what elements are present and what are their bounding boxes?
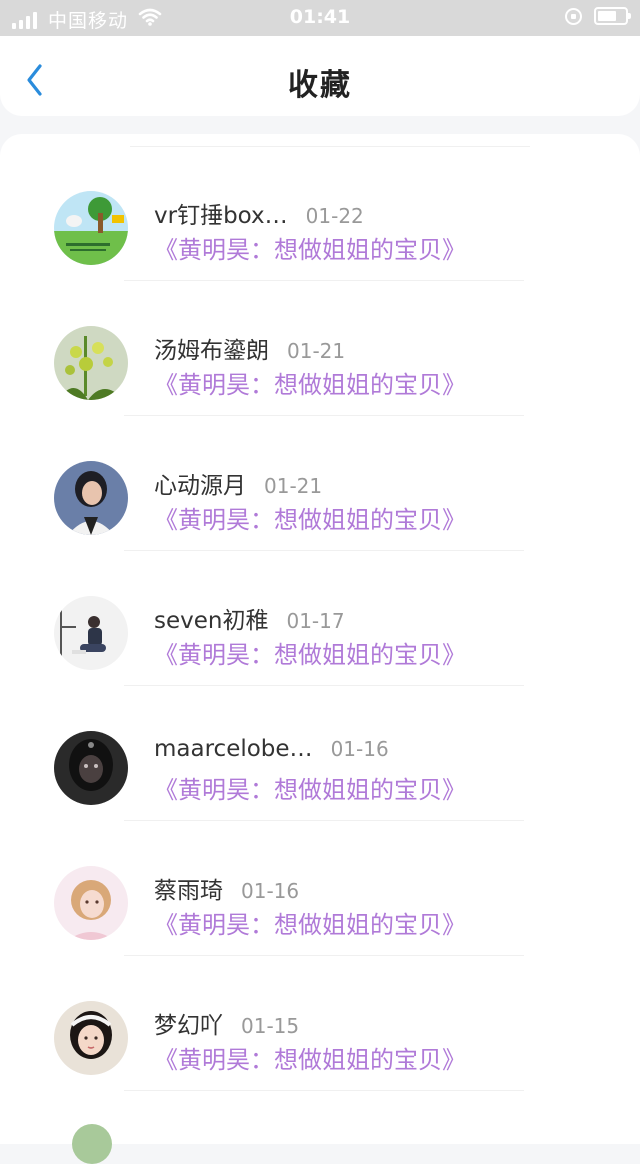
avatar[interactable] bbox=[54, 596, 128, 670]
avatar[interactable] bbox=[54, 1001, 128, 1075]
status-bar: 中国移动 01:41 bbox=[0, 0, 640, 36]
favorite-title[interactable]: 《黄明昊：想做姐姐的宝贝》 bbox=[154, 770, 466, 805]
status-time: 01:41 bbox=[289, 6, 351, 28]
avatar[interactable] bbox=[54, 461, 128, 535]
name-row: vr钉捶box… 01-22 bbox=[154, 196, 364, 230]
list-item[interactable]: 蔡雨琦 01-16 《黄明昊：想做姐姐的宝贝》 bbox=[0, 809, 640, 956]
user-name: seven初稚 bbox=[154, 608, 269, 634]
avatar[interactable] bbox=[54, 326, 128, 400]
list-item[interactable]: 梦幻吖 01-15 《黄明昊：想做姐姐的宝贝》 bbox=[0, 944, 640, 1091]
list-item[interactable]: vr钉捶box… 01-22 《黄明昊：想做姐姐的宝贝》 bbox=[0, 134, 640, 281]
name-row: maarcelobe… 01-16 bbox=[154, 736, 389, 762]
date-label: 01-22 bbox=[305, 204, 364, 228]
status-right bbox=[565, 7, 631, 25]
list-item[interactable]: 心动源月 01-21 《黄明昊：想做姐姐的宝贝》 bbox=[0, 404, 640, 551]
date-label: 01-15 bbox=[241, 1014, 300, 1038]
date-label: 01-21 bbox=[287, 339, 346, 363]
user-name: vr钉捶box… bbox=[154, 203, 288, 229]
name-row: 心动源月 01-21 bbox=[154, 466, 322, 500]
user-name: 梦幻吖 bbox=[154, 1013, 223, 1039]
rotation-lock-icon bbox=[565, 7, 582, 25]
divider bbox=[124, 1090, 524, 1091]
name-row: 汤姆布鎏朗 01-21 bbox=[154, 331, 345, 365]
avatar[interactable] bbox=[54, 191, 128, 265]
favorite-title[interactable]: 《黄明昊：想做姐姐的宝贝》 bbox=[154, 635, 466, 670]
avatar[interactable] bbox=[54, 731, 128, 805]
page-title: 收藏 bbox=[288, 68, 352, 103]
list-item[interactable]: seven初稚 01-17 《黄明昊：想做姐姐的宝贝》 bbox=[0, 539, 640, 686]
date-label: 01-16 bbox=[241, 879, 300, 903]
favorite-title[interactable]: 《黄明昊：想做姐姐的宝贝》 bbox=[154, 230, 466, 265]
date-label: 01-17 bbox=[286, 609, 345, 633]
date-label: 01-21 bbox=[264, 474, 323, 498]
avatar bbox=[72, 1124, 112, 1164]
name-row: seven初稚 01-17 bbox=[154, 601, 345, 635]
name-row: 梦幻吖 01-15 bbox=[154, 1006, 299, 1040]
user-name: 蔡雨琦 bbox=[154, 878, 223, 904]
nav-bar: 收藏 bbox=[0, 36, 640, 116]
user-name: 心动源月 bbox=[154, 473, 246, 499]
date-label: 01-16 bbox=[330, 737, 389, 761]
favorite-title[interactable]: 《黄明昊：想做姐姐的宝贝》 bbox=[154, 500, 466, 535]
list-item[interactable]: maarcelobe… 01-16 《黄明昊：想做姐姐的宝贝》 bbox=[0, 674, 640, 821]
list-item[interactable]: 汤姆布鎏朗 01-21 《黄明昊：想做姐姐的宝贝》 bbox=[0, 269, 640, 416]
favorite-title[interactable]: 《黄明昊：想做姐姐的宝贝》 bbox=[154, 365, 466, 400]
user-name: 汤姆布鎏朗 bbox=[154, 338, 269, 364]
name-row: 蔡雨琦 01-16 bbox=[154, 871, 299, 905]
battery-icon bbox=[594, 7, 631, 25]
favorites-list: vr钉捶box… 01-22 《黄明昊：想做姐姐的宝贝》 汤姆布鎏朗 01-21 《黄明昊… bbox=[0, 134, 640, 1144]
avatar[interactable] bbox=[54, 866, 128, 940]
favorite-title[interactable]: 《黄明昊：想做姐姐的宝贝》 bbox=[154, 905, 466, 940]
favorite-title[interactable]: 《黄明昊：想做姐姐的宝贝》 bbox=[154, 1040, 466, 1075]
user-name: maarcelobe… bbox=[154, 736, 313, 762]
